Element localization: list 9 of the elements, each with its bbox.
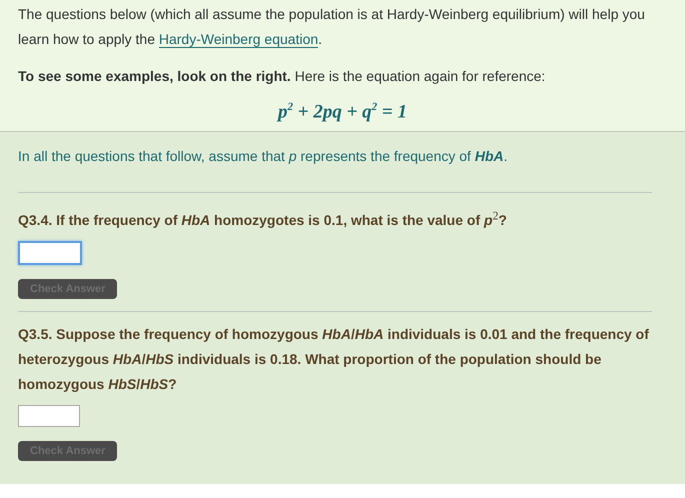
assumption-note: In all the questions that follow, assume that p represents the frequency of HbA. xyxy=(18,147,509,166)
examples-note: To see some examples, look on the right. Here is the equation again for reference: xyxy=(18,67,546,86)
hardy-weinberg-link[interactable]: Hardy-Weinberg equation xyxy=(158,31,318,48)
answer-field[interactable] xyxy=(18,240,82,265)
question-text: Q3.5. Suppose the frequency of homozygous HbA/HbA individuals is 0.01 and the frequency of heterozygous HbA/HbS individuals is 0.18. What proportion of the population should be homozygous HbS/HbS? xyxy=(18,324,650,394)
intro-paragraph: The questions below (which all assume the population is at Hardy-Weinberg equilibrium) will help you learn how to apply the Hardy-Weinberg equation. xyxy=(18,5,646,50)
question-text: Q3.4. If the frequency of HbA homozygotes is 0.1, what is the value of p$^{2}$? xyxy=(18,208,508,230)
equation: p$^{2}$ + 2pq + q$^{2}$ = 1 xyxy=(278,101,407,124)
answer-field[interactable] xyxy=(18,404,80,427)
